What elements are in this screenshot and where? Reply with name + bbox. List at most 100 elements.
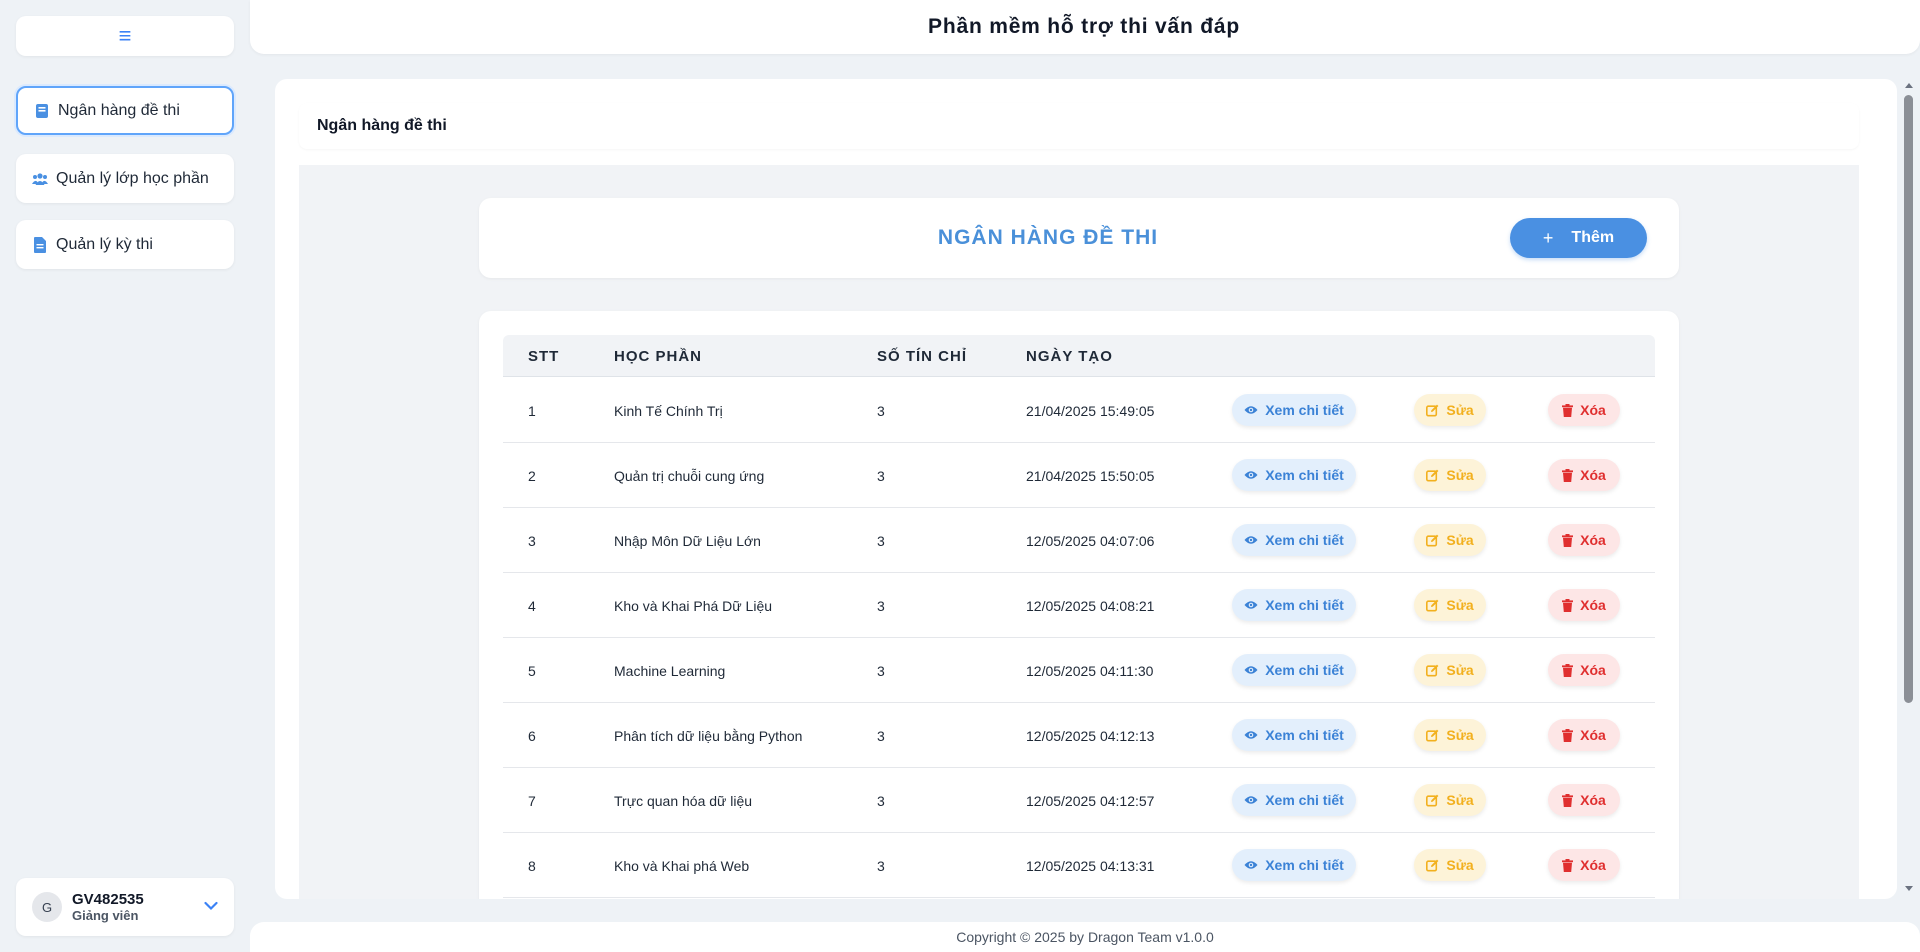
- view-detail-label: Xem chi tiết: [1265, 727, 1344, 743]
- cell-credits: 3: [877, 793, 885, 809]
- cell-created: 21/04/2025 15:50:05: [1026, 468, 1155, 484]
- edit-button[interactable]: Sửa: [1414, 719, 1486, 751]
- cell-stt: 5: [528, 663, 536, 679]
- cell-credits: 3: [877, 728, 885, 744]
- column-header-created: NGÀY TẠO: [1026, 348, 1113, 365]
- delete-label: Xóa: [1580, 727, 1606, 743]
- view-detail-button[interactable]: Xem chi tiết: [1232, 459, 1356, 491]
- cell-stt: 7: [528, 793, 536, 809]
- cell-credits: 3: [877, 598, 885, 614]
- delete-button[interactable]: Xóa: [1548, 394, 1620, 426]
- scroll-thumb[interactable]: [1904, 95, 1913, 703]
- delete-label: Xóa: [1580, 597, 1606, 613]
- edit-button[interactable]: Sửa: [1414, 589, 1486, 621]
- column-header-course: HỌC PHẦN: [614, 348, 703, 365]
- delete-label: Xóa: [1580, 402, 1606, 418]
- eye-icon: [1244, 535, 1258, 545]
- cell-credits: 3: [877, 663, 885, 679]
- table-row: 1 Kinh Tế Chính Trị 3 21/04/2025 15:49:05 Xe…: [503, 378, 1655, 443]
- sidebar-item-class-management[interactable]: Quản lý lớp học phần: [16, 154, 234, 203]
- add-button-label: Thêm: [1571, 229, 1615, 246]
- book-icon: [34, 103, 50, 119]
- cell-created: 21/04/2025 15:49:05: [1026, 403, 1155, 419]
- delete-button[interactable]: Xóa: [1548, 654, 1620, 686]
- table-row: 5 Machine Learning 3 12/05/2025 04:11:30 Xem…: [503, 638, 1655, 703]
- view-detail-label: Xem chi tiết: [1265, 597, 1344, 613]
- edit-label: Sửa: [1446, 597, 1474, 613]
- view-detail-label: Xem chi tiết: [1265, 792, 1344, 808]
- view-detail-label: Xem chi tiết: [1265, 857, 1344, 873]
- column-header-stt: STT: [528, 348, 560, 365]
- scroll-up-arrow[interactable]: [1905, 83, 1913, 88]
- table-row: 2 Quản trị chuỗi cung ứng 3 21/04/2025 15:5…: [503, 443, 1655, 508]
- sidebar-item-exam-management[interactable]: Quản lý kỳ thi: [16, 220, 234, 269]
- edit-label: Sửa: [1446, 792, 1474, 808]
- app-title: Phần mềm hỗ trợ thi vấn đáp: [928, 15, 1240, 38]
- cell-course: Machine Learning: [614, 663, 726, 679]
- view-detail-button[interactable]: Xem chi tiết: [1232, 524, 1356, 556]
- user-menu[interactable]: G GV482535 Giảng viên: [16, 878, 234, 936]
- view-detail-button[interactable]: Xem chi tiết: [1232, 589, 1356, 621]
- edit-label: Sửa: [1446, 857, 1474, 873]
- cell-course: Phân tích dữ liệu bằng Python: [614, 728, 803, 744]
- view-detail-button[interactable]: Xem chi tiết: [1232, 849, 1356, 881]
- sidebar: ≡ Ngân hàng đề thi Quản lý lớp học phần …: [0, 0, 250, 952]
- eye-icon: [1244, 600, 1258, 610]
- sidebar-item-label: Quản lý lớp học phần: [56, 169, 209, 187]
- eye-icon: [1244, 665, 1258, 675]
- chevron-down-icon[interactable]: [204, 898, 218, 916]
- cell-stt: 4: [528, 598, 536, 614]
- menu-toggle-button[interactable]: ≡: [16, 16, 234, 56]
- edit-label: Sửa: [1446, 532, 1474, 548]
- user-role: Giảng viên: [72, 907, 139, 923]
- plus-icon: +: [1542, 227, 1554, 248]
- cell-course: Quản trị chuỗi cung ứng: [614, 468, 765, 484]
- view-detail-button[interactable]: Xem chi tiết: [1232, 394, 1356, 426]
- cell-course: Nhập Môn Dữ Liệu Lớn: [614, 533, 761, 549]
- sidebar-item-question-bank[interactable]: Ngân hàng đề thi: [16, 86, 234, 135]
- delete-label: Xóa: [1580, 467, 1606, 483]
- edit-button[interactable]: Sửa: [1414, 459, 1486, 491]
- cell-created: 12/05/2025 04:12:13: [1026, 728, 1155, 744]
- delete-label: Xóa: [1580, 792, 1606, 808]
- hamburger-icon: ≡: [118, 23, 132, 48]
- trash-icon: [1562, 598, 1574, 612]
- cell-credits: 3: [877, 533, 885, 549]
- delete-button[interactable]: Xóa: [1548, 524, 1620, 556]
- eye-icon: [1244, 470, 1258, 480]
- delete-label: Xóa: [1580, 662, 1606, 678]
- delete-button[interactable]: Xóa: [1548, 589, 1620, 621]
- view-detail-label: Xem chi tiết: [1265, 532, 1344, 548]
- edit-button[interactable]: Sửa: [1414, 654, 1486, 686]
- edit-button[interactable]: Sửa: [1414, 394, 1486, 426]
- delete-button[interactable]: Xóa: [1548, 849, 1620, 881]
- cell-created: 12/05/2025 04:11:30: [1026, 663, 1154, 679]
- edit-button[interactable]: Sửa: [1414, 524, 1486, 556]
- scroll-down-arrow[interactable]: [1905, 886, 1913, 891]
- delete-button[interactable]: Xóa: [1548, 459, 1620, 491]
- edit-icon: [1426, 664, 1439, 677]
- content-area: NGÂN HÀNG ĐỀ THI + Thêm STT HỌC PHẦN SỐ …: [299, 165, 1859, 899]
- delete-button[interactable]: Xóa: [1548, 719, 1620, 751]
- delete-label: Xóa: [1580, 857, 1606, 873]
- eye-icon: [1244, 795, 1258, 805]
- cell-credits: 3: [877, 468, 885, 484]
- cell-stt: 6: [528, 728, 536, 744]
- edit-icon: [1426, 859, 1439, 872]
- edit-button[interactable]: Sửa: [1414, 849, 1486, 881]
- table-row: 7 Trực quan hóa dữ liệu 3 12/05/2025 04:12:…: [503, 768, 1655, 833]
- app-header: Phần mềm hỗ trợ thi vấn đáp: [250, 0, 1920, 54]
- delete-button[interactable]: Xóa: [1548, 784, 1620, 816]
- cell-credits: 3: [877, 403, 885, 419]
- user-info: GV482535 Giảng viên: [72, 891, 144, 924]
- add-button[interactable]: + Thêm: [1510, 218, 1647, 258]
- edit-icon: [1426, 469, 1439, 482]
- view-detail-button[interactable]: Xem chi tiết: [1232, 719, 1356, 751]
- edit-button[interactable]: Sửa: [1414, 784, 1486, 816]
- view-detail-button[interactable]: Xem chi tiết: [1232, 784, 1356, 816]
- main-scrollbar[interactable]: [1902, 79, 1916, 899]
- cell-stt: 3: [528, 533, 536, 549]
- edit-icon: [1426, 794, 1439, 807]
- cell-stt: 2: [528, 468, 536, 484]
- view-detail-button[interactable]: Xem chi tiết: [1232, 654, 1356, 686]
